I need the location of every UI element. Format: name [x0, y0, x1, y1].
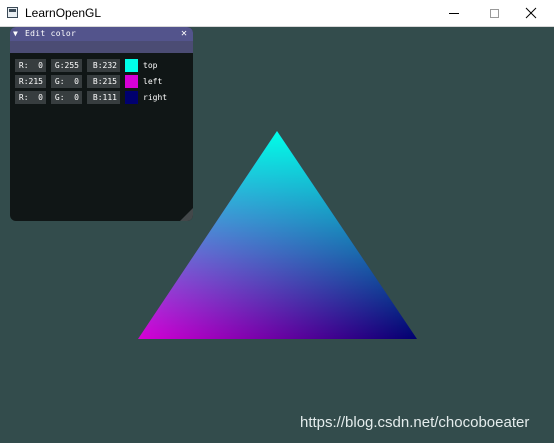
right-color-swatch[interactable]: [125, 91, 138, 104]
collapse-arrow-icon[interactable]: ▼: [13, 29, 18, 39]
edit-color-title: Edit color: [25, 29, 77, 38]
edit-color-window[interactable]: ▼ Edit color ✕ R: 0 G:255 B:232 top R:21…: [10, 27, 193, 221]
top-b-field[interactable]: B:232: [87, 59, 120, 72]
watermark-text: https://blog.csdn.net/chocoboeater: [300, 414, 530, 431]
top-color-label: top: [143, 61, 158, 70]
app-icon: [7, 7, 18, 18]
top-color-swatch[interactable]: [125, 59, 138, 72]
right-color-label: right: [143, 93, 168, 102]
close-button[interactable]: [508, 0, 554, 26]
resize-grip[interactable]: [180, 208, 193, 221]
window-titlebar[interactable]: LearnOpenGL: [0, 0, 554, 27]
minimize-icon: [449, 12, 459, 14]
right-b-field[interactable]: B:111: [87, 91, 120, 104]
window-title: LearnOpenGL: [25, 6, 102, 20]
edit-color-menubar: [10, 41, 193, 53]
maximize-icon: [489, 8, 499, 18]
top-g-field[interactable]: G:255: [51, 59, 82, 72]
edit-color-close-icon[interactable]: ✕: [181, 27, 187, 41]
right-r-field[interactable]: R: 0: [15, 91, 46, 104]
right-g-field[interactable]: G: 0: [51, 91, 82, 104]
left-g-field[interactable]: G: 0: [51, 75, 82, 88]
close-icon: [525, 7, 537, 19]
top-r-field[interactable]: R: 0: [15, 59, 46, 72]
left-r-field[interactable]: R:215: [15, 75, 46, 88]
left-color-label: left: [143, 77, 163, 86]
left-b-field[interactable]: B:215: [87, 75, 120, 88]
left-color-swatch[interactable]: [125, 75, 138, 88]
edit-color-titlebar[interactable]: ▼ Edit color ✕: [10, 27, 193, 41]
